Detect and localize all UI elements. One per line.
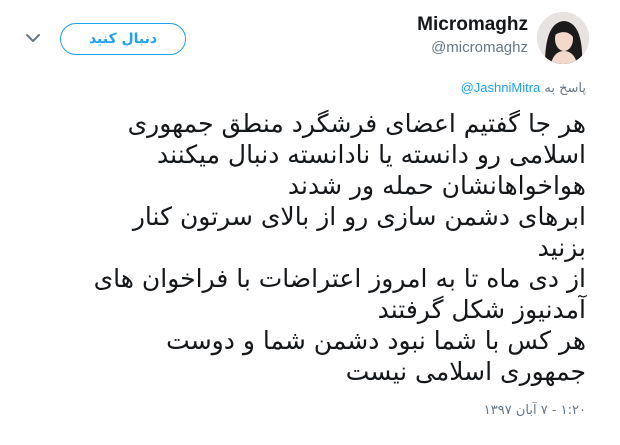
reply-mention-link[interactable]: @JashniMitra xyxy=(461,80,541,95)
tweet-line: جمهوری اسلامی نیست xyxy=(345,357,586,386)
tweet-line: هر کس با شما نبود دشمن شما و دوست xyxy=(166,326,586,355)
follow-button[interactable]: دنبال کنید xyxy=(60,23,186,55)
tweet-line: هواخواهانشان حمله ور شدند xyxy=(287,171,586,200)
tweet-text: هر جا گفتیم اعضای فرشگرد منطق جمهوری اسل… xyxy=(26,108,586,387)
tweet-line: ابرهای دشمن سازی رو از بالای سرتون کنار xyxy=(132,202,586,231)
author-info[interactable]: Micromaghz @micromaghz xyxy=(417,14,528,58)
tweet-line: هر جا گفتیم اعضای فرشگرد منطق جمهوری xyxy=(127,109,586,138)
author-avatar[interactable] xyxy=(537,12,589,64)
reply-prefix: پاسخ به xyxy=(544,81,586,96)
tweet-card: Micromaghz @micromaghz دنبال کنید پاسخ ب… xyxy=(0,0,620,445)
tweet-timestamp[interactable]: ۱:۲۰ - ۷ آبان ۱۳۹۷ xyxy=(484,403,586,418)
tweet-line: آمدنیوز شکل گرفتند xyxy=(377,295,586,324)
tweet-line: بزنید xyxy=(537,233,586,262)
author-display-name[interactable]: Micromaghz xyxy=(417,14,528,36)
profile-photo-icon xyxy=(537,12,589,64)
reply-context: پاسخ به @JashniMitra xyxy=(461,80,586,96)
tweet-line: از دی ماه تا به امروز اعتراضات با فراخوا… xyxy=(93,264,586,293)
chevron-down-icon[interactable] xyxy=(26,33,40,43)
author-handle[interactable]: @micromaghz xyxy=(417,38,528,58)
tweet-line: اسلامی رو دانسته یا نادانسته دنبال میکنن… xyxy=(157,140,586,169)
